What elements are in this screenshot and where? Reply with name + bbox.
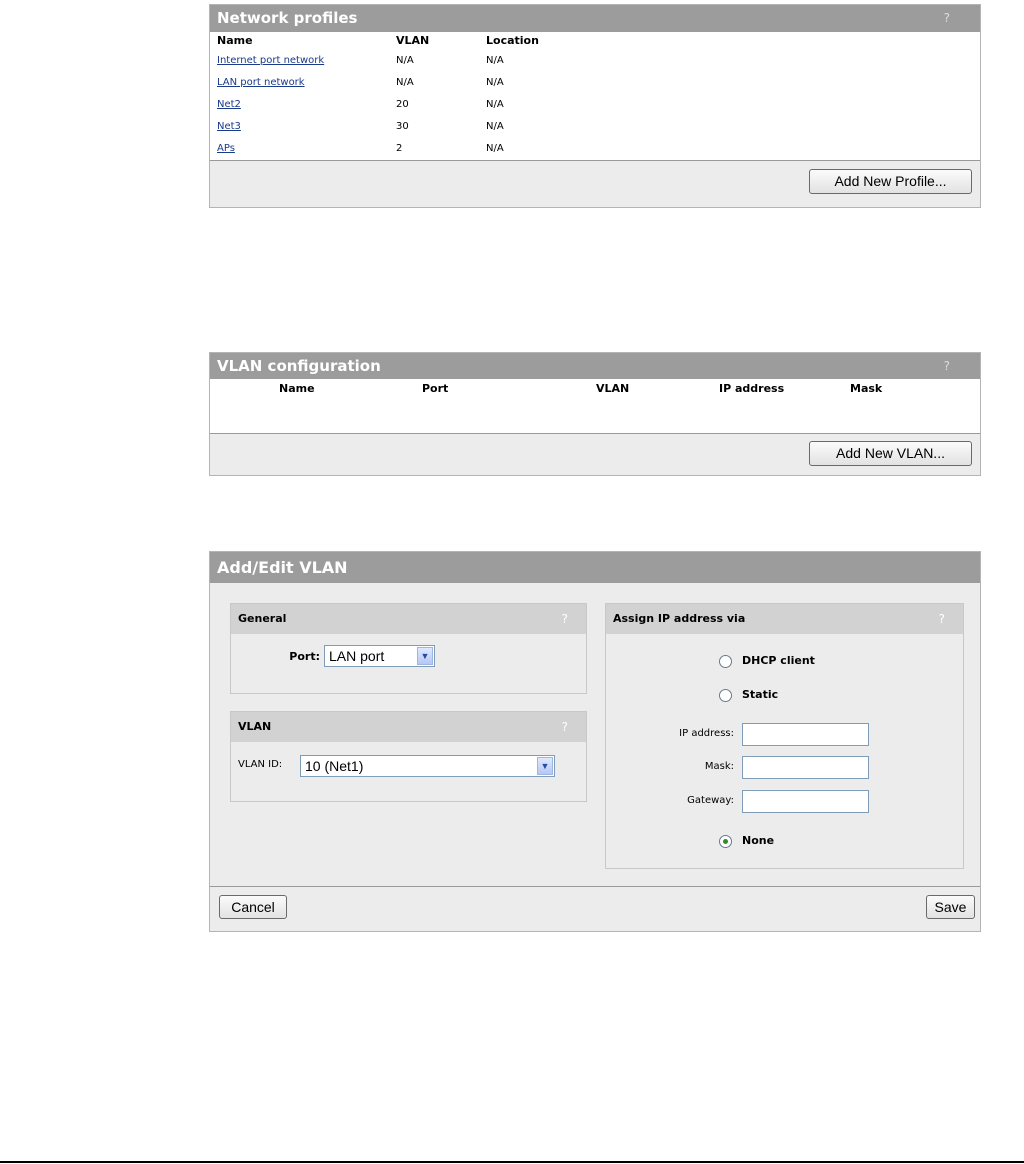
panel-title: Add/Edit VLAN xyxy=(217,558,348,577)
section-header: Assign IP address via ? xyxy=(606,604,963,634)
panel-footer: Add New Profile... xyxy=(210,160,980,206)
cancel-button[interactable]: Cancel xyxy=(219,895,287,919)
table-row: LAN port network N/A N/A xyxy=(210,72,980,94)
profile-link[interactable]: APs xyxy=(217,138,235,160)
table-row: Net2 20 N/A xyxy=(210,94,980,116)
section-title: General xyxy=(238,612,287,625)
location-cell: N/A xyxy=(486,55,504,66)
network-profiles-panel: Network profiles ? Name VLAN Location In… xyxy=(209,4,981,208)
help-icon[interactable]: ? xyxy=(939,604,945,634)
help-icon[interactable]: ? xyxy=(562,712,568,742)
location-cell: N/A xyxy=(486,143,504,154)
page-bottom-rule xyxy=(0,1161,1024,1163)
profile-link[interactable]: Net2 xyxy=(217,94,241,116)
chevron-down-icon[interactable]: ▼ xyxy=(417,647,433,665)
section-title: VLAN xyxy=(238,720,272,733)
vlan-configuration-header: VLAN configuration ? xyxy=(210,353,980,379)
static-radio[interactable] xyxy=(719,689,732,702)
help-icon[interactable]: ? xyxy=(944,5,950,32)
profile-link[interactable]: Internet port network xyxy=(217,50,324,72)
profile-link[interactable]: Net3 xyxy=(217,116,241,138)
column-header-mask: Mask xyxy=(850,382,883,395)
column-header-ip-address: IP address xyxy=(719,382,785,395)
column-header-vlan: VLAN xyxy=(596,382,630,395)
section-header: General ? xyxy=(231,604,586,634)
none-label: None xyxy=(742,834,775,847)
location-cell: N/A xyxy=(486,77,504,88)
vlan-cell: 30 xyxy=(396,121,409,132)
column-header-location: Location xyxy=(486,34,539,47)
ip-address-input[interactable] xyxy=(742,723,869,746)
mask-label: Mask: xyxy=(704,761,734,772)
column-header-vlan: VLAN xyxy=(396,34,430,47)
table-row: Net3 30 N/A xyxy=(210,116,980,138)
assign-ip-section: Assign IP address via ? DHCP client Stat… xyxy=(605,603,964,869)
panel-title: VLAN configuration xyxy=(217,357,381,375)
panel-footer: Add New VLAN... xyxy=(210,433,980,476)
vlan-section: VLAN ? VLAN ID: 10 (Net1) ▼ xyxy=(230,711,587,802)
dhcp-client-radio[interactable] xyxy=(719,655,732,668)
vlan-cell: 20 xyxy=(396,99,409,110)
save-button[interactable]: Save xyxy=(926,895,975,919)
vlan-cell: N/A xyxy=(396,77,414,88)
mask-input[interactable] xyxy=(742,756,869,779)
ip-address-label: IP address: xyxy=(679,728,734,739)
column-header-port: Port xyxy=(422,382,449,395)
port-select[interactable]: LAN port ▼ xyxy=(324,645,435,667)
vlan-id-select-value: 10 (Net1) xyxy=(305,758,364,774)
add-new-vlan-button[interactable]: Add New VLAN... xyxy=(809,441,972,466)
empty-table-body xyxy=(210,399,980,433)
static-label: Static xyxy=(742,688,779,701)
column-header-name: Name xyxy=(217,34,253,47)
column-header-name: Name xyxy=(279,382,315,395)
vlan-id-label: VLAN ID: xyxy=(238,759,283,770)
port-label: Port: xyxy=(289,650,320,663)
network-profiles-header: Network profiles ? xyxy=(210,5,980,32)
general-section: General ? Port: LAN port ▼ xyxy=(230,603,587,694)
add-edit-vlan-panel: Add/Edit VLAN General ? Port: LAN port ▼… xyxy=(209,551,981,932)
section-title: Assign IP address via xyxy=(613,612,746,625)
dhcp-client-label: DHCP client xyxy=(742,654,815,667)
panel-title: Network profiles xyxy=(217,9,358,27)
help-icon[interactable]: ? xyxy=(562,604,568,634)
location-cell: N/A xyxy=(486,121,504,132)
port-select-value: LAN port xyxy=(329,648,385,664)
add-new-profile-button[interactable]: Add New Profile... xyxy=(809,169,972,194)
table-header: Name Port VLAN IP address Mask xyxy=(210,379,980,399)
vlan-configuration-panel: VLAN configuration ? Name Port VLAN IP a… xyxy=(209,352,981,476)
vlan-id-select[interactable]: 10 (Net1) ▼ xyxy=(300,755,555,777)
panel-footer: Cancel Save xyxy=(210,886,980,933)
table-header: Name VLAN Location xyxy=(210,32,980,50)
help-icon[interactable]: ? xyxy=(944,353,950,379)
add-edit-vlan-header: Add/Edit VLAN xyxy=(210,552,980,583)
gateway-input[interactable] xyxy=(742,790,869,813)
gateway-label: Gateway: xyxy=(687,795,734,806)
table-row: APs 2 N/A xyxy=(210,138,980,160)
location-cell: N/A xyxy=(486,99,504,110)
chevron-down-icon[interactable]: ▼ xyxy=(537,757,553,775)
vlan-cell: N/A xyxy=(396,55,414,66)
section-header: VLAN ? xyxy=(231,712,586,742)
profile-link[interactable]: LAN port network xyxy=(217,72,305,94)
table-row: Internet port network N/A N/A xyxy=(210,50,980,72)
none-radio[interactable] xyxy=(719,835,732,848)
vlan-cell: 2 xyxy=(396,143,403,154)
